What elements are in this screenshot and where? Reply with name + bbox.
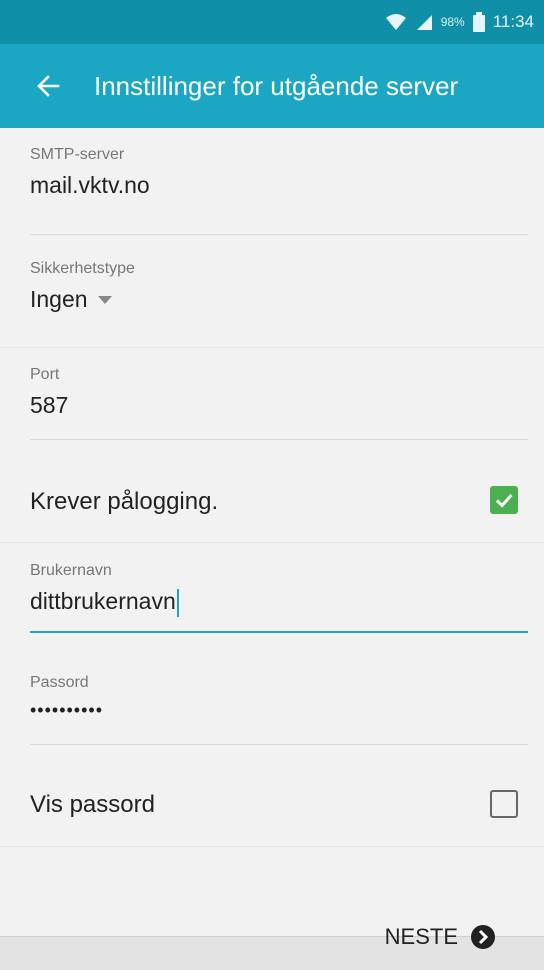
battery-percent: 98% <box>440 15 465 29</box>
chevron-right-circle-icon <box>471 925 495 949</box>
requires-login-checkbox[interactable] <box>490 486 518 514</box>
status-icons: 98% 11:34 <box>385 0 534 44</box>
dropdown-triangle-icon <box>97 295 112 304</box>
next-label: NESTE <box>384 924 458 949</box>
divider <box>0 542 544 543</box>
smtp-server-label: SMTP-server <box>30 146 125 163</box>
port-underline <box>30 439 528 440</box>
wifi-icon <box>385 14 406 30</box>
requires-login-row[interactable]: Krever pålogging. <box>0 446 544 554</box>
divider <box>0 846 544 847</box>
next-button[interactable]: NESTE <box>385 915 496 959</box>
username-field[interactable]: Brukernavn dittbrukernavn <box>30 562 528 634</box>
page-title: Innstillinger for utgående server <box>94 71 459 101</box>
show-password-row[interactable]: Vis passord <box>0 748 544 856</box>
password-input[interactable]: •••••••••• <box>30 700 528 721</box>
security-type-field[interactable]: Sikkerhetstype Ingen <box>30 260 528 340</box>
smtp-server-underline <box>30 234 528 235</box>
security-type-select[interactable]: Ingen <box>30 286 528 313</box>
divider <box>0 347 544 348</box>
show-password-checkbox[interactable] <box>490 790 518 818</box>
password-label: Passord <box>30 674 89 691</box>
app-bar: Innstillinger for utgående server <box>0 44 544 128</box>
username-input[interactable]: dittbrukernavn <box>30 588 528 617</box>
signal-icon <box>416 15 432 30</box>
security-type-label: Sikkerhetstype <box>30 260 135 277</box>
security-type-value: Ingen <box>30 286 88 312</box>
port-input[interactable]: 587 <box>30 392 528 419</box>
arrow-left-icon <box>37 75 60 97</box>
smtp-server-field[interactable]: SMTP-server mail.vktv.no <box>30 146 528 236</box>
username-value: dittbrukernavn <box>30 588 176 614</box>
back-button[interactable] <box>30 66 70 106</box>
checkmark-icon <box>495 493 513 508</box>
show-password-label: Vis passord <box>30 791 155 818</box>
port-label: Port <box>30 366 60 383</box>
settings-form: SMTP-server mail.vktv.no Sikkerhetstype … <box>0 128 544 936</box>
password-underline <box>30 744 528 745</box>
smtp-server-input[interactable]: mail.vktv.no <box>30 172 528 199</box>
status-bar: 98% 11:34 <box>0 0 544 44</box>
username-underline-focused <box>30 631 528 633</box>
password-field[interactable]: Passord •••••••••• <box>30 674 528 746</box>
requires-login-label: Krever pålogging. <box>30 488 219 515</box>
bottom-bar: NESTE <box>0 924 544 970</box>
battery-icon <box>472 12 485 32</box>
username-label: Brukernavn <box>30 562 112 579</box>
text-cursor <box>176 588 179 617</box>
port-field[interactable]: Port 587 <box>30 366 528 446</box>
status-time: 11:34 <box>492 12 534 31</box>
